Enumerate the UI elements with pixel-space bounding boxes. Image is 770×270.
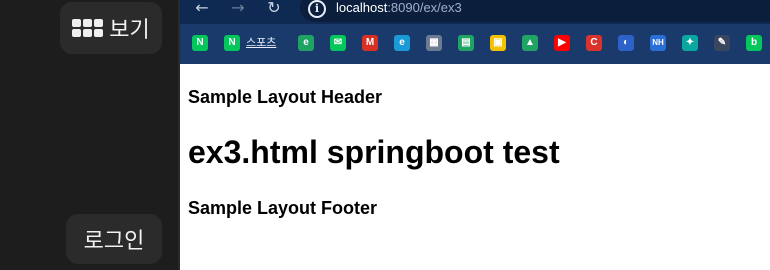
screen: 보기 로그인 ← → ↻ i localhost:8090/ex/ex3 스포츠… bbox=[0, 0, 770, 270]
view-button[interactable]: 보기 bbox=[60, 2, 162, 54]
login-label: 로그인 bbox=[83, 229, 145, 254]
grid-icon bbox=[72, 19, 104, 37]
site-info-icon[interactable]: i bbox=[308, 0, 326, 18]
naver-icon[interactable]: N bbox=[224, 35, 240, 51]
youtube-icon[interactable]: ▶ bbox=[554, 35, 570, 51]
layout-footer: Sample Layout Footer bbox=[188, 198, 378, 218]
address-text[interactable]: localhost:8090/ex/ex3 bbox=[336, 0, 462, 15]
bookmarks-bar: 스포츠 N Ne ✉ Me ▦ ▤ ▣ ▲ ▶ C ◐ NH ✦ ✎ b bbox=[180, 24, 770, 64]
yellow-box-icon[interactable]: ▣ bbox=[490, 35, 506, 51]
world-icon[interactable]: ◐ bbox=[618, 35, 634, 51]
calendar-icon[interactable]: ▦ bbox=[426, 35, 442, 51]
page-title: ex3.html springboot test bbox=[188, 134, 560, 170]
nh-icon[interactable]: NH bbox=[650, 35, 666, 51]
back-icon[interactable]: ← bbox=[192, 0, 212, 20]
blog-icon[interactable]: b bbox=[746, 35, 762, 51]
sheet-icon[interactable]: ▤ bbox=[458, 35, 474, 51]
drive-icon[interactable]: ▲ bbox=[522, 35, 538, 51]
mail-icon[interactable]: ✉ bbox=[330, 35, 346, 51]
page-content: Sample Layout Header ex3.html springboot… bbox=[180, 64, 770, 270]
c-icon[interactable]: C bbox=[586, 35, 602, 51]
left-panel: 보기 로그인 bbox=[0, 0, 180, 270]
edge-icon[interactable]: e bbox=[394, 35, 410, 51]
view-label: 보기 bbox=[109, 18, 150, 43]
green-square-icon[interactable]: e bbox=[298, 35, 314, 51]
naver-icon[interactable]: N bbox=[192, 35, 208, 51]
layout-header: Sample Layout Header bbox=[188, 87, 383, 107]
figure-icon[interactable]: ✦ bbox=[682, 35, 698, 51]
browser-window: ← → ↻ i localhost:8090/ex/ex3 스포츠 N Ne ✉ Me… bbox=[180, 0, 770, 270]
browser-toolbar: ← → ↻ i localhost:8090/ex/ex3 bbox=[180, 0, 770, 24]
bookmark-label-sports[interactable]: 스포츠 bbox=[246, 34, 276, 50]
address-bar[interactable]: i localhost:8090/ex/ex3 bbox=[300, 0, 770, 22]
gmail-icon[interactable]: M bbox=[362, 35, 378, 51]
pen-icon[interactable]: ✎ bbox=[714, 35, 730, 51]
login-button[interactable]: 로그인 bbox=[66, 214, 162, 264]
reload-icon[interactable]: ↻ bbox=[264, 0, 284, 20]
forward-icon[interactable]: → bbox=[228, 0, 248, 20]
